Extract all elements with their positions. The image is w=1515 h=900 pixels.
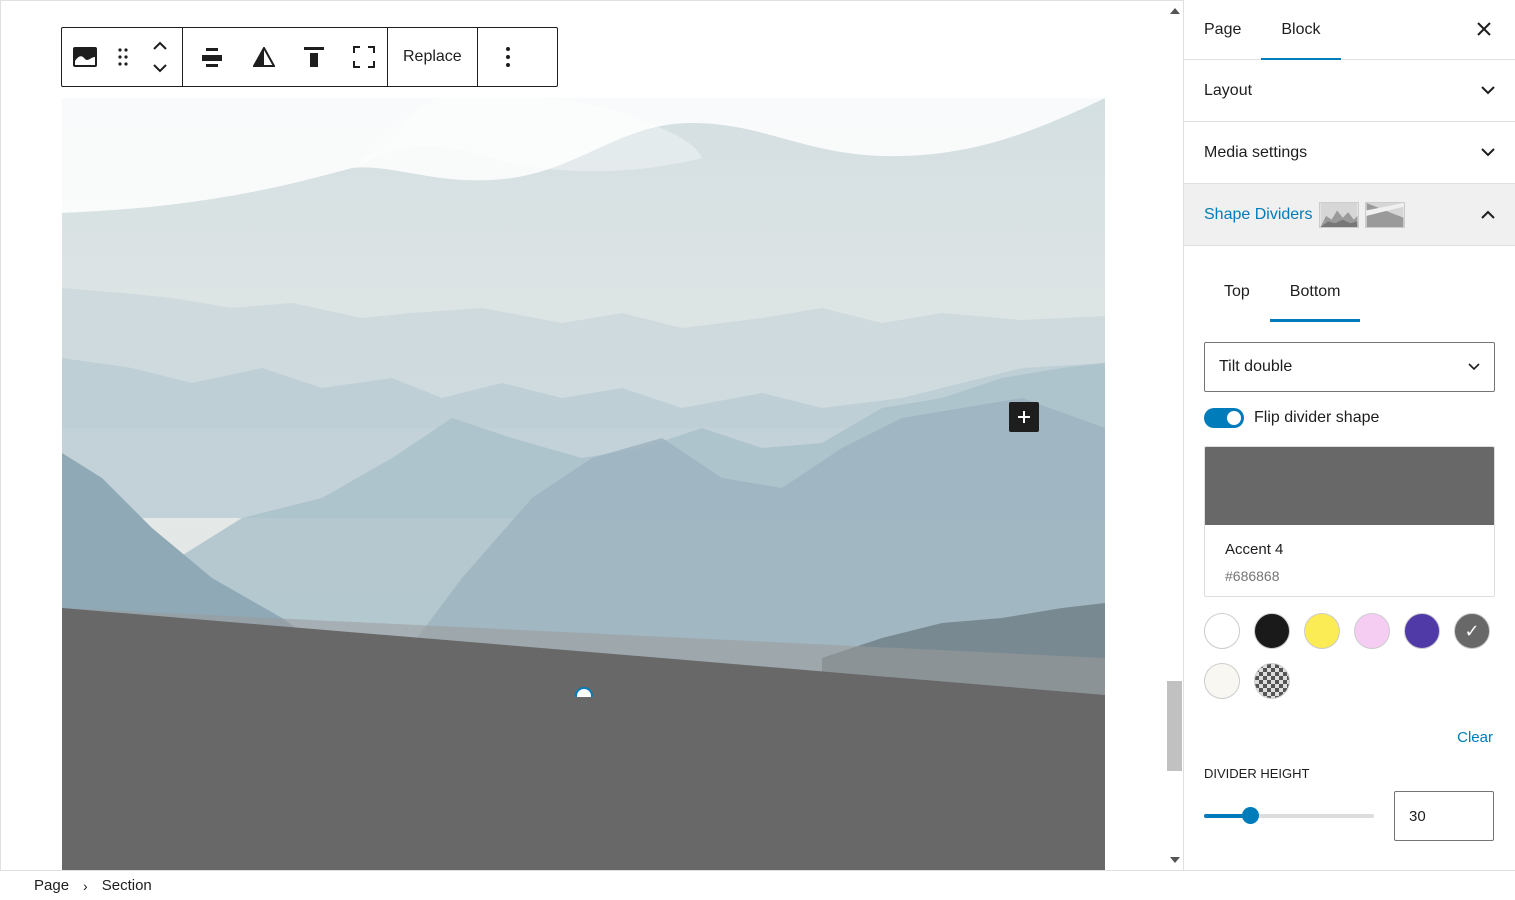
sidebar-tabs: Page Block [1184,0,1515,60]
panel-layout-title: Layout [1204,81,1253,99]
divider-position-tabs: Top Bottom [1184,270,1515,322]
slider-knob[interactable] [1242,807,1259,824]
chevron-down-icon [1481,86,1495,95]
cover-background-image [62,98,1105,871]
more-options-icon[interactable] [478,28,538,86]
color-swatch-off-white[interactable] [1204,663,1240,699]
flip-divider-row: Flip divider shape [1204,408,1495,428]
breadcrumb-item-section[interactable]: Section [102,877,152,894]
flip-divider-toggle[interactable] [1204,408,1244,428]
clear-button[interactable]: Clear [1457,729,1493,746]
tab-top[interactable]: Top [1204,270,1270,314]
top-divider-preview-icon [1318,201,1359,228]
breadcrumb: Page › Section [0,870,1515,900]
panel-shape-dividers[interactable]: Shape Dividers [1184,184,1515,246]
scroll-down-icon[interactable] [1170,857,1180,863]
breadcrumb-item-page[interactable]: Page [34,877,69,894]
panel-shape-dividers-title: Shape Dividers [1204,205,1313,223]
selected-color-preview [1205,447,1494,525]
close-icon[interactable] [1475,20,1493,38]
panel-layout[interactable]: Layout [1184,60,1515,122]
move-up-down-icon[interactable] [138,28,182,86]
editor-canvas: Replace [0,0,1184,871]
color-swatch-white[interactable] [1204,613,1240,649]
tab-block[interactable]: Block [1261,0,1341,60]
color-swatch-purple[interactable] [1404,613,1440,649]
cover-block[interactable] [62,98,1105,871]
align-icon[interactable] [183,28,241,86]
scroll-thumb[interactable] [1167,681,1182,771]
vertical-align-top-icon[interactable] [287,28,341,86]
selected-color-card[interactable]: Accent 4 #686868 [1204,446,1495,597]
flip-divider-label: Flip divider shape [1254,409,1380,426]
divider-height-input[interactable]: 30 [1394,791,1494,841]
add-block-icon[interactable] [1009,402,1039,432]
divider-height-slider[interactable] [1204,807,1374,824]
drag-handle-icon[interactable] [108,28,138,86]
clear-row: Clear [1204,729,1493,746]
divider-height-row: 30 [1204,791,1495,841]
selected-color-name: Accent 4 [1225,541,1284,558]
chevron-down-icon [1481,148,1495,157]
color-swatch-pink[interactable] [1354,613,1390,649]
canvas-scrollbar[interactable] [1165,1,1184,871]
color-swatch-yellow[interactable] [1304,613,1340,649]
panel-media-settings[interactable]: Media settings [1184,122,1515,184]
contrast-icon[interactable] [241,28,287,86]
toolbar-group-more [478,28,538,86]
bottom-divider-preview-icon [1364,201,1405,228]
block-toolbar: Replace [61,27,558,87]
color-palette [1204,613,1495,699]
settings-sidebar: Page Block Layout Media settings Shape D… [1183,0,1515,870]
color-swatch-accent-4[interactable] [1454,613,1490,649]
selected-color-info: Accent 4 #686868 [1205,525,1494,596]
tab-bottom[interactable]: Bottom [1269,270,1361,322]
toolbar-group-options [183,28,388,86]
tab-page[interactable]: Page [1184,0,1261,59]
color-swatch-black[interactable] [1254,613,1290,649]
divider-style-value: Tilt double [1219,358,1293,375]
chevron-down-icon [1468,363,1480,371]
color-swatch-transparent[interactable] [1254,663,1290,699]
chevron-right-icon: › [83,877,88,894]
scroll-up-icon[interactable] [1170,8,1180,14]
replace-button[interactable]: Replace [388,28,477,86]
toolbar-group-block [62,28,183,86]
chevron-up-icon [1481,210,1495,219]
panel-media-settings-title: Media settings [1204,143,1308,161]
selected-color-hex: #686868 [1225,568,1280,584]
cover-block-icon[interactable] [62,28,108,86]
full-height-icon[interactable] [341,28,387,86]
toolbar-group-replace: Replace [388,28,478,86]
divider-style-select[interactable]: Tilt double [1204,342,1495,392]
divider-height-label: DIVIDER HEIGHT [1204,766,1310,781]
